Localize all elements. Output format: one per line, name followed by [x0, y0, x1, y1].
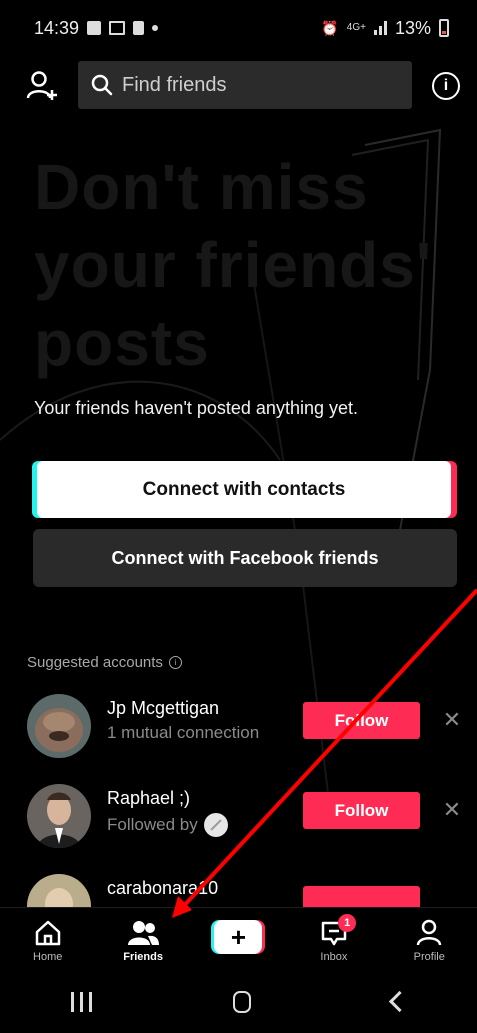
tab-friends[interactable]: Friends — [95, 908, 190, 970]
list-item[interactable]: Jp Mcgettigan 1 mutual connection Follow… — [0, 694, 477, 764]
plus-icon: + — [214, 920, 263, 954]
signal-icon — [373, 21, 387, 35]
status-bar: 14:39 ⏰ 4G+ 13% — [0, 0, 477, 56]
search-icon — [91, 74, 113, 96]
tab-create[interactable]: + — [191, 908, 286, 970]
avatar[interactable] — [27, 874, 91, 907]
top-bar: Find friends i — [0, 56, 477, 116]
battery-percent: 13% — [394, 17, 431, 38]
home-button-icon[interactable] — [232, 990, 251, 1013]
tab-home[interactable]: Home — [0, 908, 95, 970]
tab-profile-label: Profile — [413, 951, 445, 963]
account-name[interactable]: Jp Mcgettigan — [107, 698, 219, 719]
gallery-notification-icon — [87, 21, 102, 35]
hero-line: posts — [34, 307, 210, 379]
list-item[interactable]: carabonara10 — [0, 874, 477, 907]
create-button[interactable]: + — [211, 920, 266, 954]
mail-notification-icon — [109, 21, 126, 35]
empty-feed-message: Your friends haven't posted anything yet… — [34, 398, 358, 418]
status-time: 14:39 — [34, 17, 80, 38]
profile-icon — [417, 919, 442, 946]
add-friend-icon[interactable] — [26, 70, 60, 102]
network-4g-icon: 4G+ — [346, 22, 366, 33]
app-notification-icon — [133, 21, 145, 35]
follow-button[interactable] — [303, 886, 420, 907]
follow-button[interactable]: Follow — [303, 702, 420, 739]
list-item[interactable]: Raphael ;) Followed by Follow ✕ — [0, 784, 477, 854]
battery-icon — [439, 19, 449, 37]
tab-profile[interactable]: Profile — [382, 908, 477, 970]
connect-facebook-button[interactable]: Connect with Facebook friends — [33, 529, 457, 587]
tab-home-label: Home — [33, 951, 63, 963]
search-input[interactable]: Find friends — [78, 61, 412, 109]
avatar[interactable] — [27, 694, 91, 758]
account-name[interactable]: Raphael ;) — [107, 788, 190, 809]
bottom-nav: Home Friends + 1 Inbox Profile — [0, 907, 477, 970]
tab-inbox-label: Inbox — [320, 951, 348, 963]
account-name[interactable]: carabonara10 — [107, 878, 218, 899]
hero-watermark: Don't miss your friends' posts — [34, 148, 474, 382]
system-nav-bar — [0, 970, 477, 1033]
close-icon[interactable]: ✕ — [440, 708, 464, 732]
suggested-accounts-title: Suggested accounts i — [27, 654, 182, 671]
connect-contacts-wrap: Connect with contacts — [32, 461, 457, 518]
hero-line: Don't miss — [34, 151, 369, 223]
account-subtitle: 1 mutual connection — [107, 723, 260, 742]
info-icon[interactable]: i — [432, 72, 460, 100]
search-placeholder: Find friends — [122, 73, 227, 96]
tab-inbox[interactable]: 1 Inbox — [286, 908, 381, 970]
recent-apps-icon[interactable] — [70, 991, 92, 1012]
avatar[interactable] — [27, 784, 91, 848]
mutual-follower-avatar — [203, 813, 228, 837]
account-subtitle: Followed by — [107, 813, 228, 837]
alarm-icon: ⏰ — [321, 19, 339, 36]
tab-friends-label: Friends — [123, 951, 163, 963]
inbox-badge: 1 — [338, 914, 357, 932]
back-icon[interactable] — [388, 990, 410, 1013]
home-icon — [35, 920, 60, 946]
hero-line: your friends' — [34, 229, 433, 301]
more-notifications-icon — [152, 25, 159, 31]
follow-button[interactable]: Follow — [303, 792, 420, 829]
connect-contacts-button[interactable]: Connect with contacts — [37, 461, 451, 518]
close-icon[interactable]: ✕ — [440, 798, 464, 822]
friends-icon — [128, 921, 160, 945]
info-icon[interactable]: i — [168, 656, 182, 669]
